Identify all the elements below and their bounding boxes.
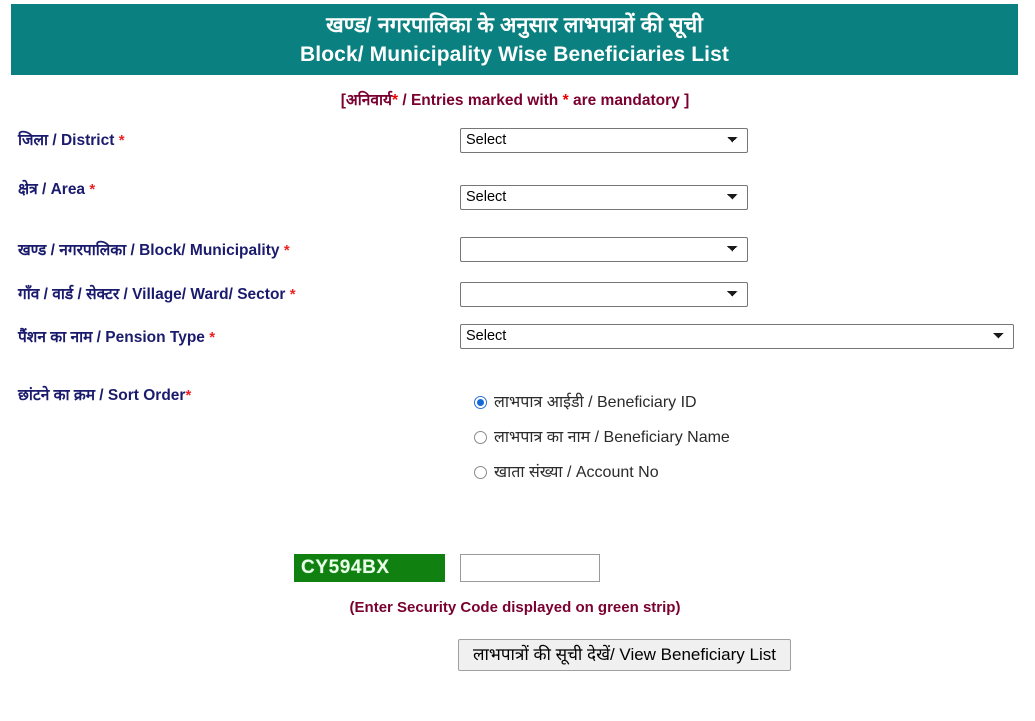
label-block-municipality: खण्ड / नगरपालिका / Block/ Municipality * — [18, 241, 290, 261]
label-pension-type-text: पैंशन का नाम / Pension Type — [18, 329, 205, 346]
select-area[interactable]: Select — [460, 185, 748, 210]
radio-label-beneficiary-id: लाभपात्र आईडी / Beneficiary ID — [494, 393, 697, 411]
label-block-municipality-required: * — [283, 242, 290, 259]
label-district-text: जिला / District — [18, 132, 115, 149]
radio-option-beneficiary-id[interactable]: लाभपात्र आईडी / Beneficiary ID — [474, 390, 730, 415]
label-area-required: * — [89, 181, 96, 198]
label-village-ward-sector-text: गाँव / वार्ड / सेक्टर / Village/ Ward/ S… — [18, 286, 286, 303]
select-district[interactable]: Select — [460, 128, 748, 153]
label-village-ward-sector-required: * — [289, 286, 296, 303]
label-sort-order-text: छांटने का क्रम / Sort Order — [18, 387, 186, 404]
label-block-municipality-text: खण्ड / नगरपालिका / Block/ Municipality — [18, 242, 280, 259]
radio-label-beneficiary-name: लाभपात्र का नाम / Beneficiary Name — [494, 428, 730, 446]
radio-option-beneficiary-name[interactable]: लाभपात्र का नाम / Beneficiary Name — [474, 425, 730, 450]
label-pension-type: पैंशन का नाम / Pension Type * — [18, 328, 215, 348]
select-block-municipality[interactable] — [460, 237, 748, 262]
select-village-ward-sector[interactable] — [460, 282, 748, 307]
radio-button-account-no-icon[interactable] — [474, 466, 487, 479]
view-beneficiary-list-button[interactable]: लाभपात्रों की सूची देखें/ View Beneficia… — [458, 639, 791, 671]
captcha-input[interactable] — [460, 554, 600, 582]
captcha-code-strip: CY594BX — [294, 554, 445, 582]
radio-label-account-no: खाता संख्या / Account No — [494, 463, 659, 481]
label-village-ward-sector: गाँव / वार्ड / सेक्टर / Village/ Ward/ S… — [18, 285, 296, 305]
sort-order-radio-group: लाभपात्र आईडी / Beneficiary ID लाभपात्र … — [474, 390, 730, 485]
radio-option-account-no[interactable]: खाता संख्या / Account No — [474, 460, 730, 485]
radio-button-beneficiary-id-icon[interactable] — [474, 396, 487, 409]
label-area: क्षेत्र / Area * — [18, 180, 95, 200]
label-sort-order: छांटने का क्रम / Sort Order* — [18, 386, 191, 406]
select-pension-type[interactable]: Select — [460, 324, 1014, 349]
label-sort-order-required: * — [185, 387, 192, 404]
radio-button-beneficiary-name-icon[interactable] — [474, 431, 487, 444]
beneficiary-search-form: जिला / District * Select क्षेत्र / Area … — [0, 0, 1035, 721]
label-pension-type-required: * — [209, 329, 216, 346]
label-district: जिला / District * — [18, 131, 125, 151]
label-district-required: * — [118, 132, 125, 149]
captcha-instruction-note: (Enter Security Code displayed on green … — [349, 599, 681, 616]
captcha-code-text: CY594BX — [301, 557, 390, 578]
label-area-text: क्षेत्र / Area — [18, 181, 86, 198]
